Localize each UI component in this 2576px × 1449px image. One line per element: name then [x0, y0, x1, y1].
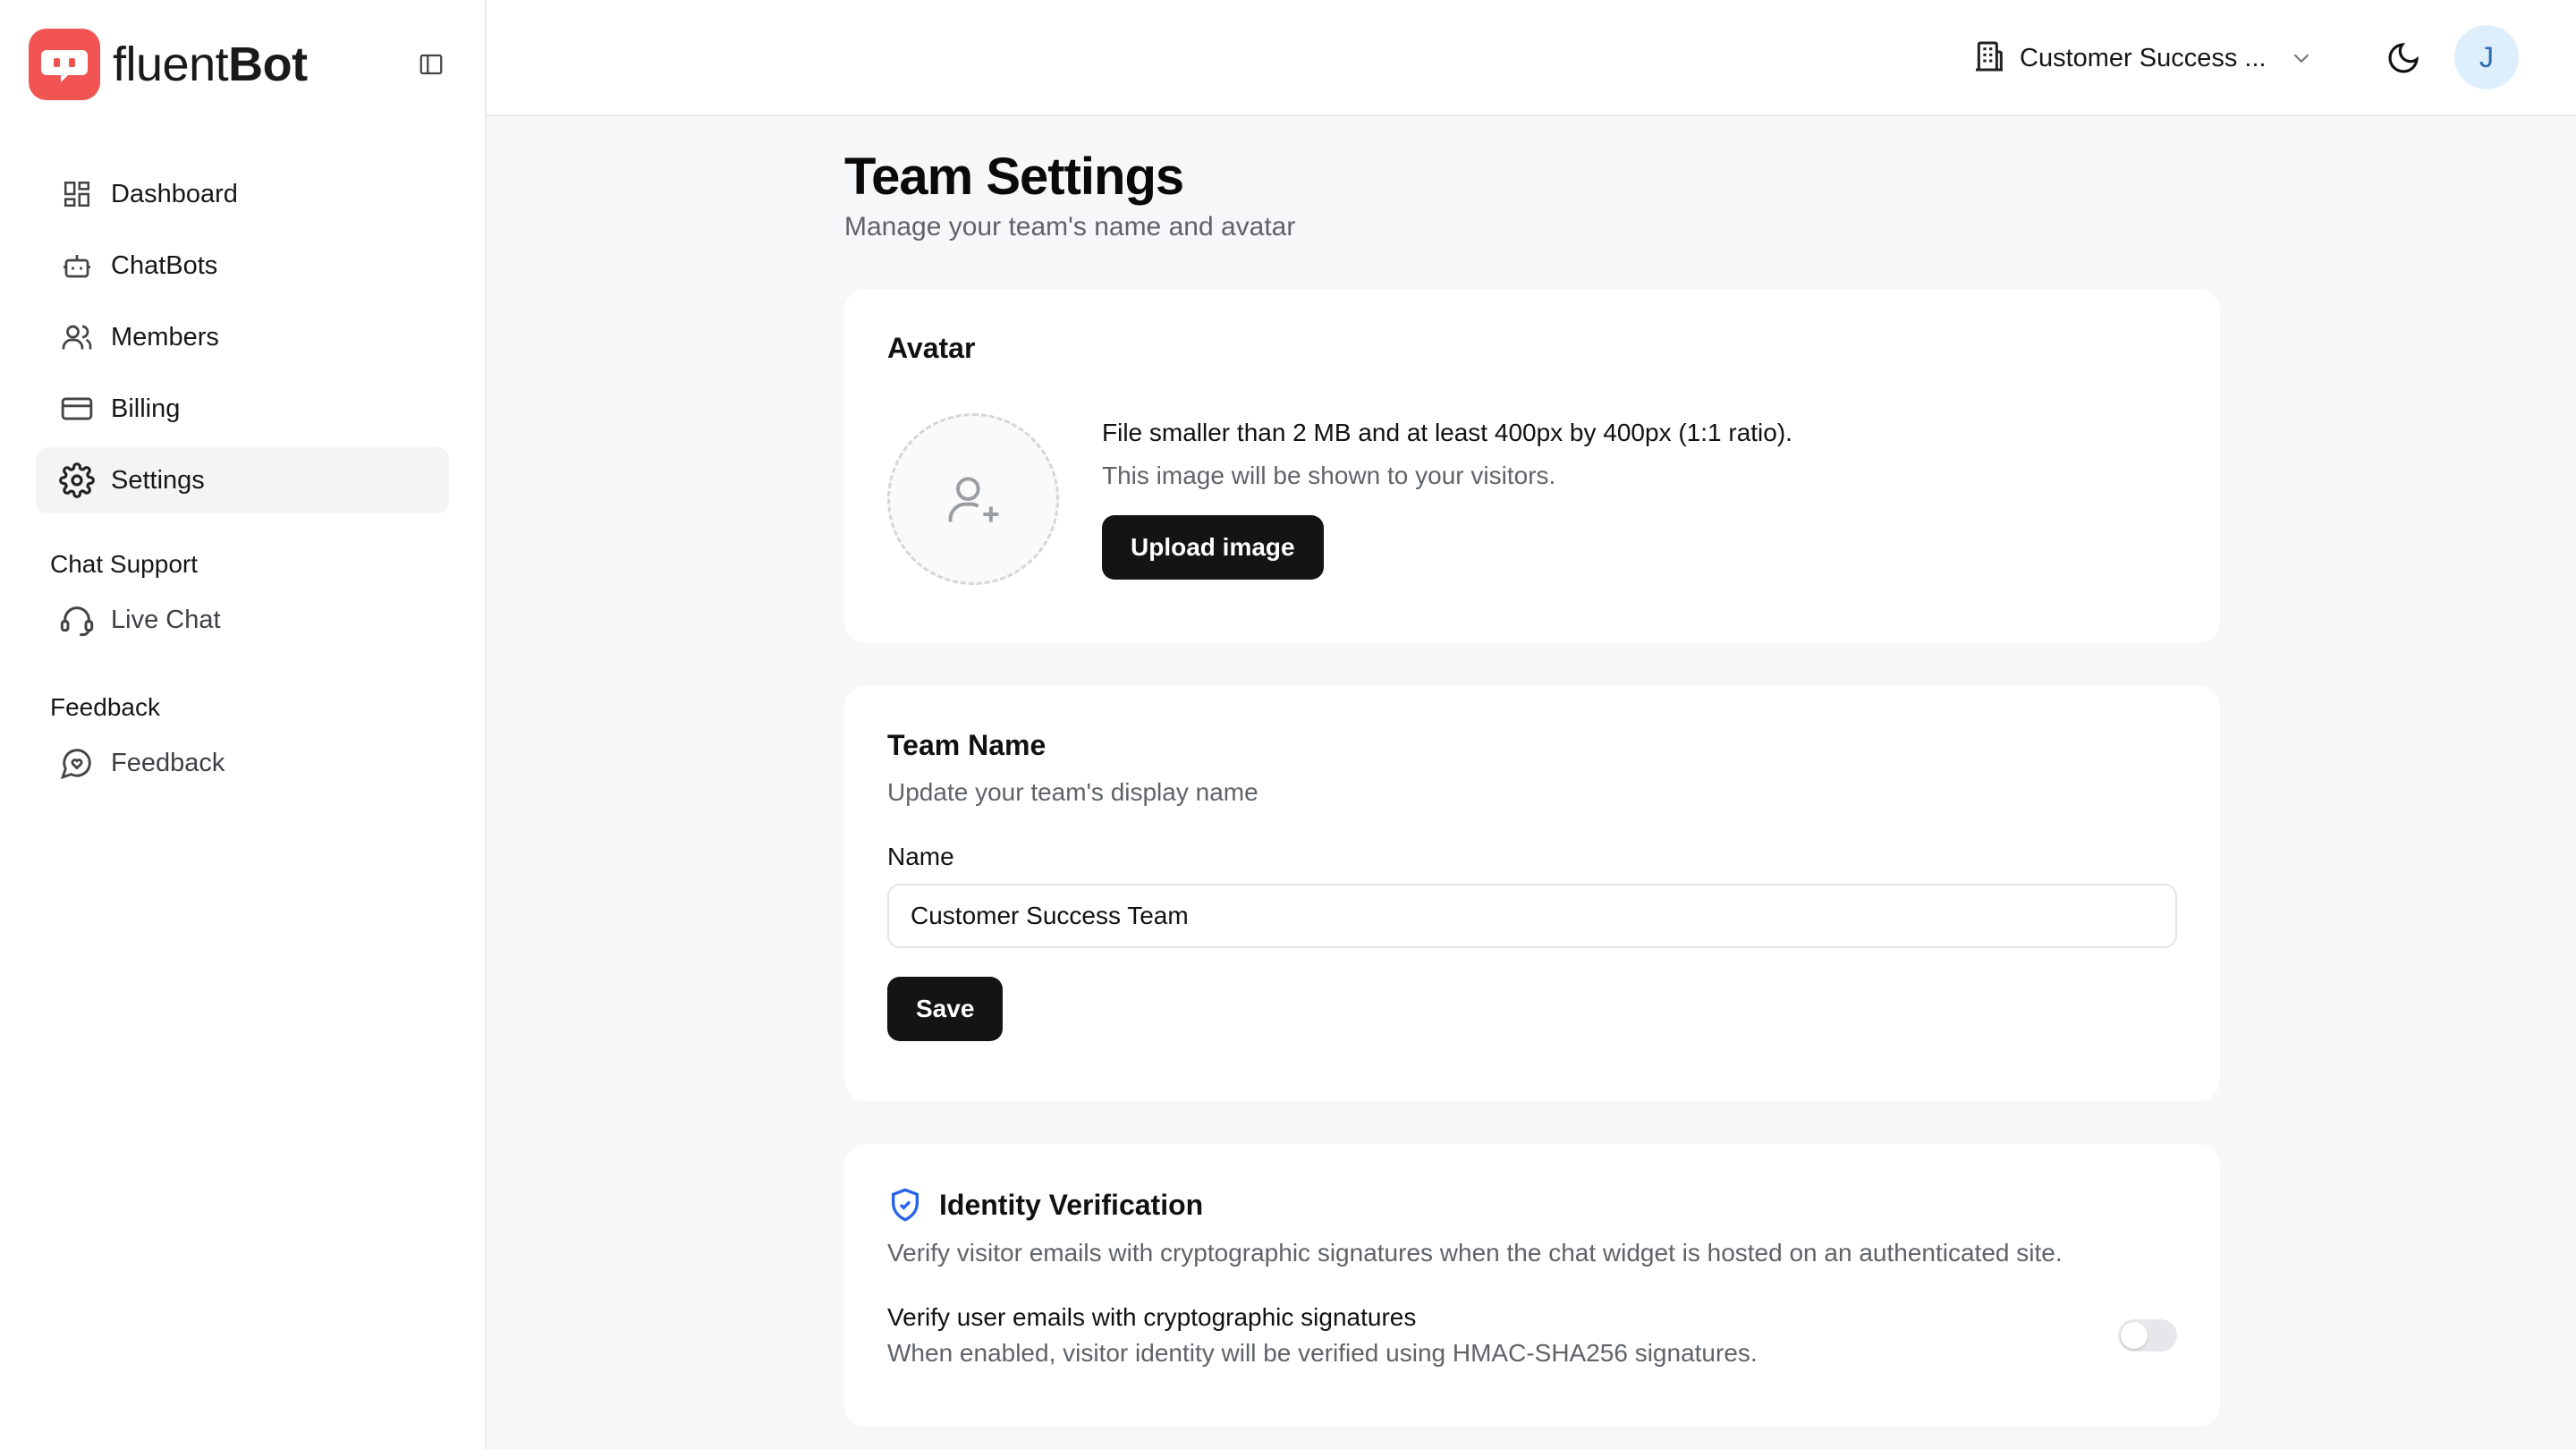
- avatar-dropzone[interactable]: [887, 413, 1059, 585]
- identity-verification-title: Identity Verification: [939, 1188, 1204, 1221]
- user-plus-icon: [948, 477, 999, 522]
- identity-verification-card: Identity Verification Verify visitor ema…: [844, 1144, 2220, 1427]
- sidebar-toggle-icon: [419, 54, 443, 75]
- avatar-row: File smaller than 2 MB and at least 400p…: [887, 413, 2177, 585]
- sidebar-item-label: Feedback: [111, 748, 225, 777]
- sidebar-item-label: Members: [111, 322, 219, 352]
- sidebar-item-dashboard[interactable]: Dashboard: [36, 161, 449, 227]
- logo-text-light: fluent: [113, 38, 229, 91]
- sidebar-item-members[interactable]: Members: [36, 304, 449, 370]
- building-icon: [1971, 38, 2007, 79]
- sidebar-item-label: Billing: [111, 394, 181, 423]
- sidebar-item-label: Live Chat: [111, 605, 221, 634]
- team-switcher-label: Customer Success ...: [2020, 43, 2267, 72]
- avatar-hint: This image will be shown to your visitor…: [1102, 462, 1556, 489]
- verify-emails-toggle[interactable]: [2118, 1319, 2177, 1352]
- gear-icon: [57, 461, 97, 500]
- moon-icon: [2388, 43, 2419, 73]
- sidebar-item-feedback[interactable]: Feedback: [36, 730, 449, 796]
- sidebar-item-label: ChatBots: [111, 250, 218, 280]
- dashboard-icon: [57, 174, 97, 214]
- identity-verification-description: Verify visitor emails with cryptographic…: [887, 1239, 2063, 1267]
- sidebar-collapse-button[interactable]: [415, 48, 447, 80]
- sidebar-item-chatbots[interactable]: ChatBots: [36, 233, 449, 299]
- user-avatar[interactable]: J: [2454, 25, 2519, 89]
- page-title: Team Settings: [844, 148, 1184, 206]
- sidebar-item-label: Settings: [111, 465, 205, 495]
- headset-icon: [57, 600, 97, 640]
- credit-card-icon: [57, 389, 97, 428]
- nav-section-chat-support: Chat Support: [50, 550, 198, 578]
- verify-emails-label: Verify user emails with cryptographic si…: [887, 1303, 1417, 1331]
- sidebar-item-live-chat[interactable]: Live Chat: [36, 587, 449, 653]
- shield-check-icon: [892, 1188, 919, 1222]
- app-root: fluentBot Dashboard ChatBots Members Bil…: [0, 0, 2576, 1449]
- verify-emails-description: When enabled, visitor identity will be v…: [887, 1339, 1758, 1367]
- verify-emails-row: Verify user emails with cryptographic si…: [887, 1303, 2177, 1368]
- nav-section-feedback: Feedback: [50, 693, 160, 721]
- team-name-input[interactable]: [887, 884, 2177, 948]
- bot-icon: [57, 246, 97, 285]
- team-name-card: Team Name Update your team's display nam…: [844, 686, 2220, 1101]
- avatar-requirements: File smaller than 2 MB and at least 400p…: [1102, 419, 1792, 446]
- team-switcher[interactable]: Customer Success ...: [1971, 34, 2315, 82]
- sidebar-item-billing[interactable]: Billing: [36, 376, 449, 442]
- team-name-card-description: Update your team's display name: [887, 778, 1258, 806]
- sidebar-item-settings[interactable]: Settings: [36, 447, 449, 513]
- save-button[interactable]: Save: [887, 977, 1004, 1041]
- top-header: Customer Success ... J: [487, 0, 2576, 116]
- chevron-down-icon: [2288, 45, 2315, 72]
- upload-image-button[interactable]: Upload image: [1102, 515, 1324, 580]
- logo-text-bold: Bot: [228, 38, 308, 91]
- main-content: Team Settings Manage your team's name an…: [844, 116, 2220, 1427]
- sidebar-nav: Dashboard ChatBots Members Billing Setti…: [36, 161, 449, 801]
- avatar-card: Avatar File smaller than 2 MB and at lea…: [844, 289, 2220, 643]
- logo-icon: [29, 29, 100, 100]
- theme-toggle-button[interactable]: [2381, 36, 2426, 80]
- users-icon: [57, 318, 97, 357]
- team-name-card-title: Team Name: [887, 729, 1046, 761]
- page-subtitle: Manage your team's name and avatar: [844, 212, 1296, 242]
- toggle-knob: [2121, 1322, 2148, 1349]
- sidebar: fluentBot Dashboard ChatBots Members Bil…: [0, 0, 487, 1449]
- avatar-info: File smaller than 2 MB and at least 400p…: [1102, 419, 1792, 580]
- avatar-card-title: Avatar: [887, 332, 976, 364]
- verify-emails-text: Verify user emails with cryptographic si…: [887, 1303, 1758, 1368]
- logo[interactable]: fluentBot: [29, 27, 308, 102]
- sidebar-item-label: Dashboard: [111, 179, 238, 208]
- logo-text: fluentBot: [113, 37, 308, 92]
- message-heart-icon: [57, 743, 97, 783]
- identity-verification-header: Identity Verification: [887, 1187, 2177, 1223]
- name-field-label: Name: [887, 843, 954, 870]
